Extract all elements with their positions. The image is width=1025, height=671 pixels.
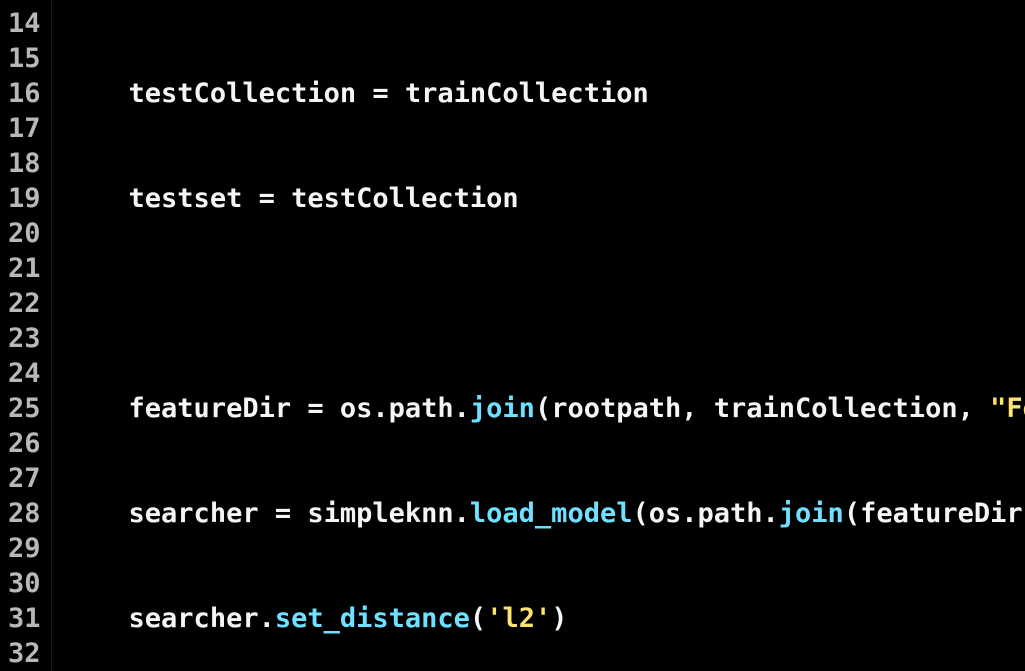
code-line: searcher = simpleknn.load_model(os.path.…	[64, 496, 1025, 531]
line-number-gutter: 14151617181920212223242526272829303132	[0, 0, 52, 671]
line-number: 14	[8, 6, 41, 41]
line-number: 21	[8, 251, 41, 286]
line-number: 26	[8, 426, 41, 461]
code-line: searcher.set_distance('l2')	[64, 601, 1025, 636]
code-line: testCollection = trainCollection	[64, 76, 1025, 111]
code-line: testset = testCollection	[64, 181, 1025, 216]
line-number: 15	[8, 41, 41, 76]
line-number: 18	[8, 146, 41, 181]
line-number: 28	[8, 496, 41, 531]
line-number: 31	[8, 601, 41, 636]
code-line	[64, 286, 1025, 321]
line-number: 20	[8, 216, 41, 251]
line-number: 16	[8, 76, 41, 111]
code-editor: 14151617181920212223242526272829303132 t…	[0, 0, 1025, 671]
line-number: 27	[8, 461, 41, 496]
line-number: 25	[8, 391, 41, 426]
code-area[interactable]: testCollection = trainCollection testset…	[52, 0, 1025, 671]
line-number: 30	[8, 566, 41, 601]
line-number: 32	[8, 636, 41, 671]
line-number: 19	[8, 181, 41, 216]
line-number: 22	[8, 286, 41, 321]
line-number: 17	[8, 111, 41, 146]
line-number: 23	[8, 321, 41, 356]
line-number: 24	[8, 356, 41, 391]
code-line: featureDir = os.path.join(rootpath, trai…	[64, 391, 1025, 426]
line-number: 29	[8, 531, 41, 566]
